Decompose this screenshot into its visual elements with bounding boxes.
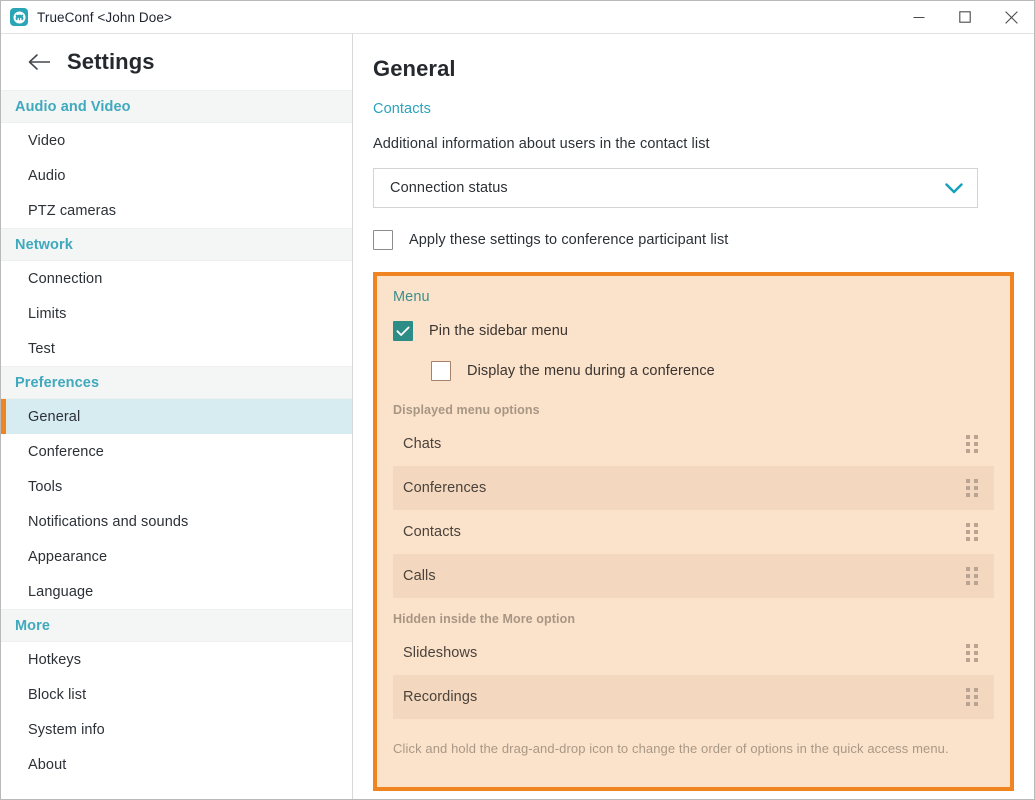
sidebar-group-more: More [1,609,352,642]
sidebar-item-limits[interactable]: Limits [1,296,352,331]
sidebar-item-label: Block list [28,686,87,703]
sidebar-item-ptz-cameras[interactable]: PTZ cameras [1,193,352,228]
sidebar-item-notifications-and-sounds[interactable]: Notifications and sounds [1,504,352,539]
close-button[interactable] [988,2,1034,33]
select-value: Connection status [390,180,508,196]
sidebar-item-label: Hotkeys [28,651,82,668]
hidden-menu-options-list: Slideshows Recordings [393,631,994,719]
sidebar-item-system-info[interactable]: System info [1,712,352,747]
pin-sidebar-menu-label: Pin the sidebar menu [429,323,569,339]
sidebar-item-label: General [28,408,81,425]
pin-sidebar-menu-checkbox[interactable] [393,321,413,341]
additional-info-select[interactable]: Connection status [373,168,978,208]
sidebar-title: Settings [67,49,155,74]
list-item-label: Conferences [403,480,487,496]
sidebar-item-label: Connection [28,270,103,287]
apply-to-participant-list-label: Apply these settings to conference parti… [409,232,729,248]
sidebar-item-label: Appearance [28,548,108,565]
list-item-label: Recordings [403,689,478,705]
menu-panel-footer-note: Click and hold the drag-and-drop icon to… [393,741,949,756]
window-title: TrueConf <John Doe> [37,9,172,25]
pin-sidebar-menu-row[interactable]: Pin the sidebar menu [393,321,994,341]
list-item-label: Contacts [403,524,462,540]
title-bar: TrueConf <John Doe> [1,1,1034,33]
sidebar-item-label: Limits [28,305,67,322]
sidebar-item-label: Audio [28,167,66,184]
sidebar-item-label: Video [28,132,66,149]
drag-and-drop-icon[interactable] [966,523,978,541]
drag-and-drop-icon[interactable] [966,479,978,497]
sidebar-item-label: Tools [28,478,63,495]
menu-settings-panel: Menu Pin the sidebar menu Display the me… [373,272,1014,791]
list-item[interactable]: Calls [393,554,994,598]
apply-to-participant-list-checkbox[interactable] [373,230,393,250]
list-item[interactable]: Slideshows [393,631,994,675]
menu-section-heading: Menu [393,289,430,305]
display-menu-during-conference-label: Display the menu during a conference [467,363,715,379]
trueconf-logo-icon [10,8,28,26]
sidebar-item-label: Language [28,583,94,600]
minimize-button[interactable] [896,2,942,33]
list-item[interactable]: Chats [393,422,994,466]
apply-to-participant-list-row[interactable]: Apply these settings to conference parti… [373,230,1014,250]
sidebar-item-tools[interactable]: Tools [1,469,352,504]
sidebar-group-label: Network [15,236,73,253]
sidebar-group-label: Preferences [15,374,100,391]
list-item-label: Slideshows [403,645,478,661]
drag-and-drop-icon[interactable] [966,435,978,453]
drag-and-drop-icon[interactable] [966,688,978,706]
sidebar-group-network: Network [1,228,352,261]
sidebar-group-label: More [15,617,51,634]
sidebar-item-language[interactable]: Language [1,574,352,609]
sidebar-item-label: Test [28,340,55,357]
display-menu-during-conference-row[interactable]: Display the menu during a conference [393,361,994,381]
sidebar-item-label: PTZ cameras [28,202,117,219]
sidebar-item-general[interactable]: General [1,399,352,434]
sidebar-item-block-list[interactable]: Block list [1,677,352,712]
sidebar-item-label: Notifications and sounds [28,513,189,530]
window-body: Settings Audio and Video Video Audio PTZ… [1,33,1034,799]
sidebar-item-label: System info [28,721,105,738]
sidebar-item-hotkeys[interactable]: Hotkeys [1,642,352,677]
page-title: General [373,56,456,81]
list-item[interactable]: Conferences [393,466,994,510]
sidebar-header: Settings [1,34,352,90]
sidebar-group-preferences: Preferences [1,366,352,399]
sidebar-group-audio-and-video: Audio and Video [1,90,352,123]
settings-content: General Contacts Additional information … [353,34,1034,799]
list-item-label: Chats [403,436,442,452]
sidebar-item-audio[interactable]: Audio [1,158,352,193]
sidebar-item-label: About [28,756,67,773]
settings-sidebar: Settings Audio and Video Video Audio PTZ… [1,34,353,799]
displayed-menu-options-list: Chats Conferences Contacts Calls [393,422,994,598]
sidebar-group-label: Audio and Video [15,98,131,115]
list-item-label: Calls [403,568,436,584]
sidebar-item-label: Conference [28,443,104,460]
sidebar-item-appearance[interactable]: Appearance [1,539,352,574]
drag-and-drop-icon[interactable] [966,567,978,585]
list-item[interactable]: Contacts [393,510,994,554]
sidebar-item-about[interactable]: About [1,747,352,782]
list-item[interactable]: Recordings [393,675,994,719]
hidden-menu-options-label: Hidden inside the More option [393,612,576,626]
back-arrow-icon[interactable] [27,49,53,75]
contacts-section-heading: Contacts [373,101,432,117]
sidebar-item-test[interactable]: Test [1,331,352,366]
sidebar-item-conference[interactable]: Conference [1,434,352,469]
application-window: TrueConf <John Doe> Settings Audio and V… [0,0,1035,800]
chevron-down-icon [945,182,963,194]
sidebar-item-connection[interactable]: Connection [1,261,352,296]
contacts-description: Additional information about users in th… [373,136,710,152]
drag-and-drop-icon[interactable] [966,644,978,662]
displayed-menu-options-label: Displayed menu options [393,403,540,417]
sidebar-item-video[interactable]: Video [1,123,352,158]
display-menu-during-conference-checkbox[interactable] [431,361,451,381]
maximize-button[interactable] [942,2,988,33]
